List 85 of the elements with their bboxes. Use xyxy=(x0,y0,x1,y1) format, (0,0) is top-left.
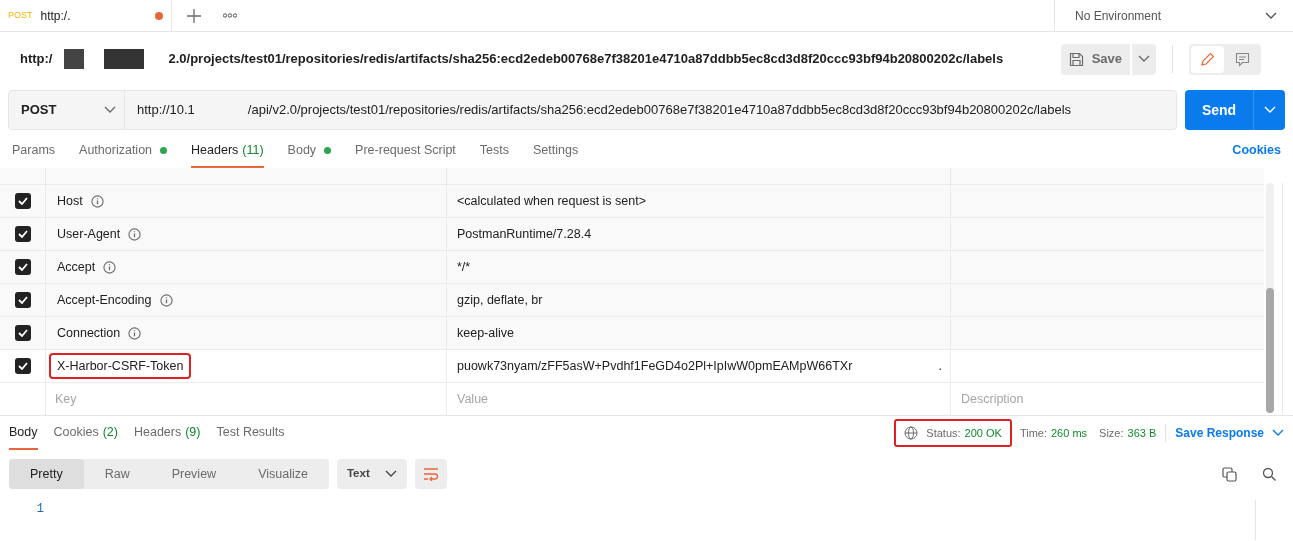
send-options-button[interactable] xyxy=(1253,90,1285,130)
format-dropdown[interactable]: Text xyxy=(336,459,407,489)
environment-dropdown[interactable]: No Environment xyxy=(1054,0,1293,31)
request-option-tab[interactable]: Settings xyxy=(533,141,579,168)
checkbox[interactable] xyxy=(14,292,31,308)
status-label: Status: xyxy=(926,425,961,441)
url-bar[interactable]: POST http://10.1 /api/v2.0/projects/test01/repositories/redis/artifacts/sha256:ecd2edeb00768e7f38201e4710a87ddbb5ec8cd3d8f20ccc93bf94b20800202c/labels xyxy=(8,90,1177,130)
header-key: Connection xyxy=(57,323,121,343)
checkmark-icon xyxy=(17,362,28,370)
chevron-down-icon xyxy=(1138,55,1150,63)
key-field[interactable]: Key xyxy=(55,389,446,409)
header-value: <calculated when request is sent> xyxy=(457,192,646,210)
plus-icon xyxy=(187,8,201,23)
response-tab[interactable]: Headers (9) xyxy=(133,416,201,450)
checkbox[interactable] xyxy=(14,259,31,275)
view-mode-tab[interactable]: Preview xyxy=(150,459,238,489)
wrap-button[interactable] xyxy=(414,459,447,489)
request-option-tab[interactable]: Tests xyxy=(479,141,510,168)
view-mode-tab[interactable]: Pretty xyxy=(9,459,84,489)
view-mode-tab[interactable]: Visualize xyxy=(237,459,329,489)
request-option-tab[interactable]: Params xyxy=(12,141,56,168)
method-label: POST xyxy=(8,8,33,22)
redaction-block xyxy=(104,49,145,69)
size-label: Size: xyxy=(1099,425,1124,441)
response-tab[interactable]: Cookies (2) xyxy=(53,416,118,450)
checkbox[interactable] xyxy=(14,193,31,209)
status-value: 200 OK xyxy=(964,425,1002,441)
view-mode-tab[interactable]: Raw xyxy=(83,459,151,489)
header-value: . xyxy=(938,357,942,375)
more-icon xyxy=(223,13,237,18)
checkmark-icon xyxy=(17,230,28,238)
checkbox[interactable] xyxy=(14,226,31,242)
header-value: */* xyxy=(457,258,471,276)
request-option-tab[interactable]: Pre-request Script xyxy=(355,141,456,168)
header-value: gzip, deflate, br xyxy=(457,291,543,309)
header-key: X-Harbor-CSRF-Token xyxy=(57,356,184,376)
header-key: Accept xyxy=(57,257,96,277)
method-dropdown[interactable]: POST xyxy=(9,91,125,129)
response-tab[interactable]: Body xyxy=(9,416,38,450)
pencil-icon xyxy=(1200,51,1215,67)
globe-icon xyxy=(904,426,919,440)
chevron-down-icon xyxy=(1272,429,1284,437)
wrap-lines-icon xyxy=(422,467,439,481)
copy-icon xyxy=(1221,466,1237,482)
header-key: User-Agent xyxy=(57,224,121,244)
checkmark-icon xyxy=(17,296,28,304)
save-options-button[interactable] xyxy=(1132,43,1156,75)
chevron-down-icon xyxy=(384,470,397,478)
checkmark-icon xyxy=(17,197,28,205)
line-number: 1 xyxy=(35,501,44,518)
size-value: 363 B xyxy=(1127,425,1157,441)
url-text: http://10.1 xyxy=(137,101,195,120)
checkbox[interactable] xyxy=(14,358,31,374)
checkmark-icon xyxy=(17,329,28,337)
edit-button[interactable] xyxy=(1191,45,1224,73)
cookies-link[interactable]: Cookies xyxy=(1232,141,1281,168)
checkmark-icon xyxy=(17,263,28,271)
time-value: 260 ms xyxy=(1051,425,1088,441)
request-title: 2.0/projects/test01/repositories/redis/artifacts/sha256:ecd2edeb00768e7f38201e4710a87ddbb5ec8cd3d8f20ccc93bf94b20800202c/labels xyxy=(168,50,1004,69)
header-key: Accept-Encoding xyxy=(57,290,152,310)
request-title: http:/ xyxy=(20,50,53,69)
header-value: keep-alive xyxy=(457,324,514,342)
send-button[interactable]: Send xyxy=(1185,90,1253,130)
description-field[interactable]: Description xyxy=(961,389,1264,409)
request-option-tab[interactable]: Body xyxy=(287,141,332,168)
header-value: PostmanRuntime/7.28.4 xyxy=(457,225,592,243)
search-icon xyxy=(1261,466,1277,482)
header-key: Host xyxy=(57,191,83,211)
chevron-down-icon xyxy=(104,106,116,114)
time-label: Time: xyxy=(1019,425,1047,441)
chevron-down-icon xyxy=(1263,106,1276,114)
comment-icon xyxy=(1235,51,1250,67)
value-field[interactable]: Value xyxy=(457,389,950,409)
scrollbar-thumb[interactable] xyxy=(1266,288,1274,413)
save-button[interactable]: Save xyxy=(1060,43,1130,75)
request-option-tab[interactable]: Authorization xyxy=(79,141,168,168)
url-text: /api/v2.0/projects/test01/repositories/redis/artifacts/sha256:ecd2edeb00768e7f38201e4710a87ddbb5ec8cd3d8f20ccc93bf94b20800202c/labels xyxy=(247,101,1072,120)
chevron-down-icon xyxy=(1265,11,1277,20)
checkbox[interactable] xyxy=(14,325,31,341)
redaction-block xyxy=(64,49,85,69)
save-response-button[interactable]: Save Response xyxy=(1175,424,1284,442)
response-tab[interactable]: Test Results xyxy=(216,416,285,450)
save-icon xyxy=(1068,51,1084,67)
header-value: puowk73nyam/zFF5asW+Pvdhf1FeGD4o2Pl+IpIwW0pmEAMpW66TXr xyxy=(457,357,853,375)
tab-title: http:/. xyxy=(40,7,71,25)
